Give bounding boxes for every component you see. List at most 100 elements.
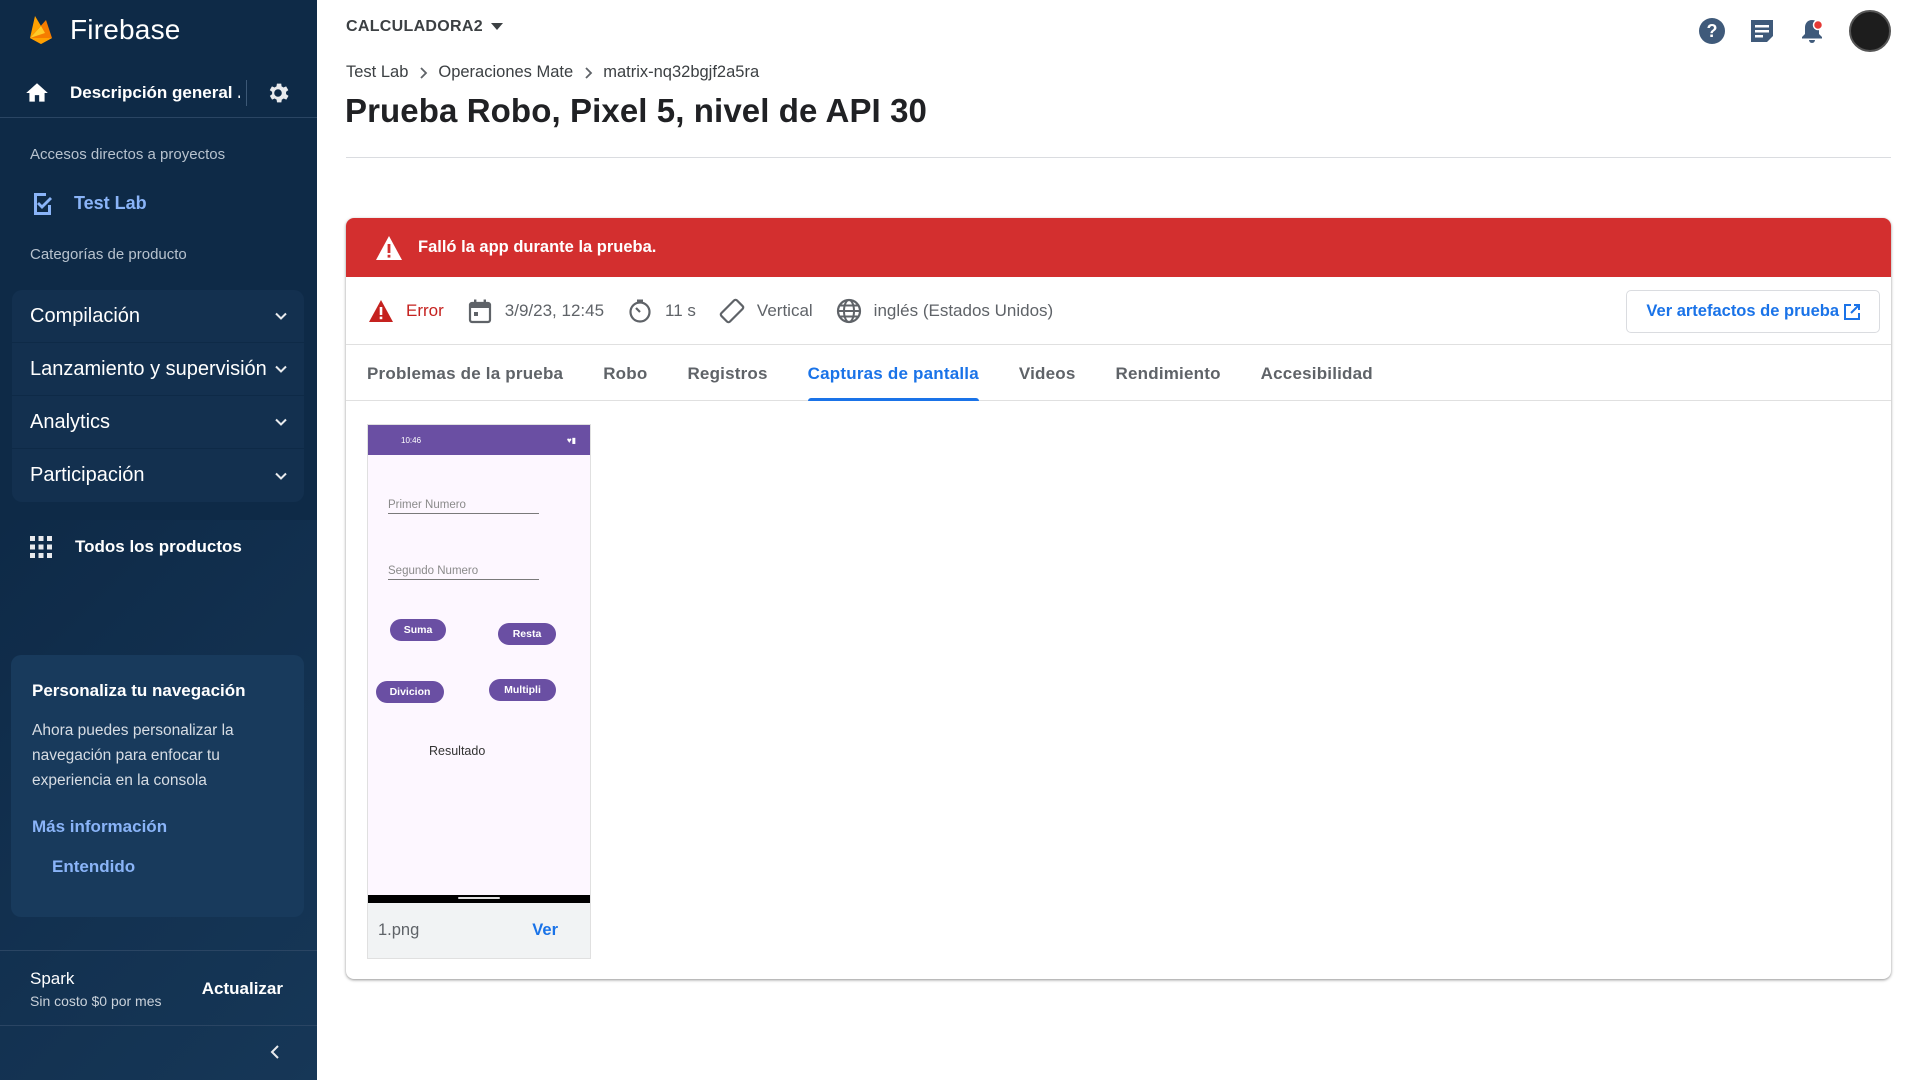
dismiss-button[interactable]: Entendido: [52, 857, 283, 877]
test-orientation: Vertical: [718, 297, 813, 325]
sidebar-item-label: Test Lab: [74, 192, 147, 213]
locale-value: inglés (Estados Unidos): [873, 300, 1054, 320]
device-nav-bar: [368, 895, 590, 903]
duration-value: 11 s: [665, 300, 696, 320]
chevron-right-icon: [420, 66, 428, 79]
promo-body: Ahora puedes personalizar la navegación …: [32, 722, 234, 789]
plan-price: Sin costo $0 por mes: [30, 993, 162, 1009]
chevron-right-icon: [585, 66, 593, 79]
screenshot-filename: 1.png: [378, 921, 420, 939]
plan-name: Spark: [30, 969, 75, 988]
failure-banner: Falló la app durante la prueba.: [346, 218, 1891, 277]
screenshot-footer: 1.png Ver: [368, 903, 590, 958]
notifications-icon[interactable]: [1797, 16, 1827, 46]
calendar-icon: [468, 299, 491, 323]
avatar[interactable]: [1849, 10, 1891, 52]
tab-accesibilidad[interactable]: Accesibilidad: [1261, 346, 1373, 401]
divider: [246, 79, 247, 106]
tab-capturas[interactable]: Capturas de pantalla: [807, 346, 980, 401]
test-date: 3/9/23, 12:45: [466, 297, 604, 325]
home-icon: [26, 82, 48, 102]
date-value: 3/9/23, 12:45: [504, 300, 605, 320]
screenshot-thumbnail[interactable]: 10:46 ♥▮ Primer Numero Segundo Numero Su…: [367, 424, 591, 959]
chevron-down-icon: [275, 312, 287, 320]
divide-button: Divicion: [376, 681, 444, 703]
home-indicator: [458, 897, 500, 899]
device-screenshot[interactable]: 10:46 ♥▮ Primer Numero Segundo Numero Su…: [368, 425, 590, 903]
top-actions: ?: [1677, 10, 1891, 52]
learn-more-link[interactable]: Más información: [32, 817, 283, 837]
chevron-down-icon: [275, 365, 287, 373]
chevron-down-icon: [275, 418, 287, 426]
category-label: Compilación: [30, 304, 141, 327]
tab-registros[interactable]: Registros: [687, 346, 767, 401]
chevron-down-icon: [275, 472, 287, 480]
all-products-link[interactable]: Todos los productos: [0, 530, 317, 564]
subtract-button: Resta: [498, 623, 556, 645]
view-screenshot-button[interactable]: Ver: [532, 921, 558, 940]
test-duration: 11 s: [626, 297, 696, 325]
device-status-bar: 10:46 ♥▮: [368, 425, 590, 455]
breadcrumb-test-lab[interactable]: Test Lab: [346, 63, 408, 82]
project-overview[interactable]: Descripción general ...: [0, 68, 317, 118]
breadcrumb: Test Lab Operaciones Mate matrix-nq32bgj…: [346, 63, 759, 82]
category-analytics[interactable]: Analytics: [12, 396, 304, 449]
firebase-brand[interactable]: Firebase: [0, 0, 317, 60]
globe-icon: [836, 298, 861, 323]
breadcrumb-matrix[interactable]: Operaciones Mate: [438, 63, 573, 82]
apps-grid-icon: [30, 536, 52, 558]
device-time: 10:46: [401, 435, 422, 445]
warning-icon: [376, 235, 402, 260]
page-title: Prueba Robo, Pixel 5, nivel de API 30: [345, 92, 928, 129]
breadcrumb-execution[interactable]: matrix-nq32bgjf2a5ra: [603, 63, 759, 82]
sidebar: Firebase Descripción general ... Accesos…: [0, 0, 317, 1080]
promo-title: Personaliza tu navegación: [32, 681, 246, 700]
status-badge: Error: [367, 297, 444, 325]
error-icon: [369, 299, 393, 322]
brand-name: Firebase: [70, 14, 181, 45]
help-icon[interactable]: ?: [1697, 16, 1727, 46]
tab-robo[interactable]: Robo: [603, 346, 647, 401]
result-label: Resultado: [429, 744, 486, 758]
billing-plan: Spark Sin costo $0 por mes Actualizar: [0, 950, 317, 1026]
project-overview-label[interactable]: Descripción general ...: [70, 83, 240, 103]
view-artifacts-button[interactable]: Ver artefactos de prueba: [1626, 290, 1880, 333]
upgrade-button[interactable]: Actualizar: [202, 979, 283, 999]
product-categories: Compilación Lanzamiento y supervisión An…: [12, 290, 304, 502]
test-lab-icon: [34, 193, 52, 215]
tab-problemas[interactable]: Problemas de la prueba: [367, 346, 563, 401]
dropdown-arrow-icon: [490, 23, 503, 30]
view-artifacts-label: Ver artefactos de prueba: [1646, 302, 1839, 320]
all-products-label: Todos los productos: [75, 537, 242, 556]
svg-text:?: ?: [1707, 21, 1718, 41]
category-label: Lanzamiento y supervisión: [30, 357, 267, 380]
collapse-sidebar-icon[interactable]: [265, 1042, 285, 1062]
tab-rendimiento[interactable]: Rendimiento: [1116, 346, 1221, 401]
sidebar-item-test-lab[interactable]: Test Lab: [0, 186, 317, 220]
project-name: CALCULADORA2: [346, 18, 483, 35]
category-lanzamiento[interactable]: Lanzamiento y supervisión: [12, 343, 304, 396]
category-compilacion[interactable]: Compilación: [12, 290, 304, 343]
gear-icon[interactable]: [265, 80, 291, 106]
timer-icon: [629, 299, 651, 323]
first-number-field: Primer Numero: [388, 499, 539, 514]
category-participacion[interactable]: Participación: [12, 449, 304, 502]
test-result-card: Falló la app durante la prueba. Error 3/…: [346, 218, 1891, 979]
categories-heading: Categorías de producto: [30, 246, 187, 263]
orientation-value: Vertical: [756, 300, 813, 320]
header-divider: [346, 157, 1891, 158]
status-label: Error: [406, 300, 444, 320]
failure-message: Falló la app durante la prueba.: [418, 238, 657, 256]
second-number-field: Segundo Numero: [388, 565, 539, 580]
multiply-button: Multipli: [489, 679, 556, 701]
release-notes-icon[interactable]: [1747, 16, 1777, 46]
project-selector[interactable]: CALCULADORA2: [346, 18, 503, 36]
firebase-logo-icon: [30, 16, 52, 44]
tab-videos[interactable]: Videos: [1019, 346, 1076, 401]
sum-button: Suma: [390, 619, 446, 641]
customize-nav-promo: Personaliza tu navegación Ahora puedes p…: [11, 655, 304, 917]
category-label: Analytics: [30, 410, 111, 433]
shortcuts-heading: Accesos directos a proyectos: [30, 146, 226, 163]
result-tabs: Problemas de la prueba Robo Registros Ca…: [346, 346, 1891, 401]
test-locale: inglés (Estados Unidos): [835, 297, 1054, 325]
